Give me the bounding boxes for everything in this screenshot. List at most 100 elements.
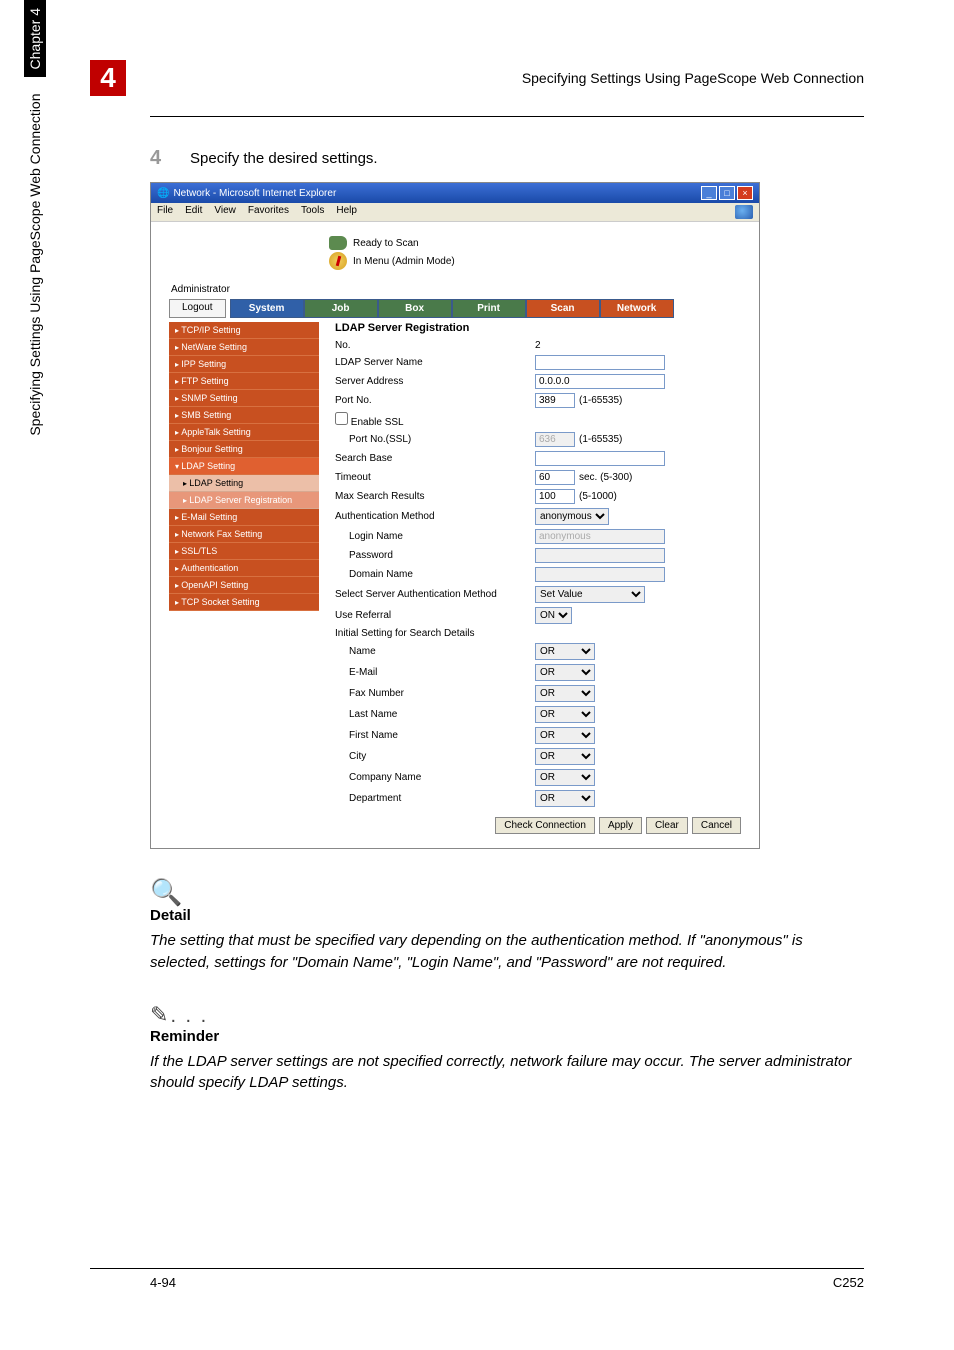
- menu-file[interactable]: File: [157, 205, 173, 219]
- tab-network[interactable]: Network: [600, 299, 674, 318]
- select-d-lname[interactable]: OR: [535, 706, 595, 723]
- administrator-label: Administrator: [171, 284, 741, 295]
- reminder-heading: Reminder: [150, 1028, 864, 1045]
- port-ssl-range: (1-65535): [579, 434, 622, 445]
- input-login-name: [535, 529, 665, 544]
- checkbox-enable-ssl[interactable]: [335, 412, 348, 425]
- sidebar-item-ftp[interactable]: FTP Setting: [169, 373, 319, 390]
- port-range: (1-65535): [579, 395, 622, 406]
- step-text: Specify the desired settings.: [190, 147, 378, 170]
- tab-system[interactable]: System: [230, 299, 304, 318]
- label-sel-server-auth: Select Server Authentication Method: [335, 589, 535, 600]
- select-use-referral[interactable]: ON: [535, 607, 572, 624]
- sidebar-item-snmp[interactable]: SNMP Setting: [169, 390, 319, 407]
- select-sel-server-auth[interactable]: Set Value: [535, 586, 645, 603]
- form-title: LDAP Server Registration: [335, 322, 741, 334]
- cancel-button[interactable]: Cancel: [692, 817, 741, 834]
- menu-favorites[interactable]: Favorites: [248, 205, 289, 219]
- sidebar-item-bonjour[interactable]: Bonjour Setting: [169, 441, 319, 458]
- menu-edit[interactable]: Edit: [185, 205, 202, 219]
- model-number: C252: [833, 1275, 864, 1290]
- select-d-name[interactable]: OR: [535, 643, 595, 660]
- form-area: LDAP Server Registration No.2 LDAP Serve…: [319, 322, 741, 834]
- input-domain-name: [535, 567, 665, 582]
- select-d-dept[interactable]: OR: [535, 790, 595, 807]
- label-d-company: Company Name: [335, 772, 535, 783]
- vertical-side-label: Specifying Settings Using PageScope Web …: [24, 0, 46, 520]
- input-server-addr[interactable]: [535, 374, 665, 389]
- sidebar-item-tcpip[interactable]: TCP/IP Setting: [169, 322, 319, 339]
- sidebar-item-tcpsocket[interactable]: TCP Socket Setting: [169, 594, 319, 611]
- label-d-fax: Fax Number: [335, 688, 535, 699]
- input-port-no[interactable]: [535, 393, 575, 408]
- select-d-fax[interactable]: OR: [535, 685, 595, 702]
- sidebar-sub-ldap-setting[interactable]: LDAP Setting: [169, 475, 319, 492]
- ie-menubar: File Edit View Favorites Tools Help: [151, 203, 759, 222]
- sidebar-item-ipp[interactable]: IPP Setting: [169, 356, 319, 373]
- sidebar-item-netware[interactable]: NetWare Setting: [169, 339, 319, 356]
- select-d-fname[interactable]: OR: [535, 727, 595, 744]
- max-results-suffix: (5-1000): [579, 491, 617, 502]
- ie-logo-icon: [735, 205, 753, 219]
- maximize-icon[interactable]: □: [719, 186, 735, 200]
- label-d-city: City: [335, 751, 535, 762]
- label-d-email: E-Mail: [335, 667, 535, 678]
- input-server-name[interactable]: [535, 355, 665, 370]
- sidebar-item-openapi[interactable]: OpenAPI Setting: [169, 577, 319, 594]
- input-timeout[interactable]: [535, 470, 575, 485]
- label-no: No.: [335, 340, 535, 351]
- value-no: 2: [535, 340, 541, 351]
- label-login-name: Login Name: [335, 531, 535, 542]
- close-icon[interactable]: ×: [737, 186, 753, 200]
- sidebar-item-auth[interactable]: Authentication: [169, 560, 319, 577]
- label-password: Password: [335, 550, 535, 561]
- header-rule: [150, 116, 864, 117]
- label-server-addr: Server Address: [335, 376, 535, 387]
- printer-status-icon: [329, 236, 347, 250]
- page-number: 4-94: [150, 1275, 176, 1290]
- status-ready: Ready to Scan: [353, 238, 419, 249]
- sidebar-item-ldap[interactable]: LDAP Setting: [169, 458, 319, 475]
- select-d-city[interactable]: OR: [535, 748, 595, 765]
- label-search-base: Search Base: [335, 453, 535, 464]
- select-d-company[interactable]: OR: [535, 769, 595, 786]
- menu-view[interactable]: View: [214, 205, 236, 219]
- label-domain-name: Domain Name: [335, 569, 535, 580]
- logout-button[interactable]: Logout: [169, 299, 226, 318]
- menu-tools[interactable]: Tools: [301, 205, 324, 219]
- input-max-results[interactable]: [535, 489, 575, 504]
- tab-box[interactable]: Box: [378, 299, 452, 318]
- vertical-section-text: Specifying Settings Using PageScope Web …: [27, 93, 43, 435]
- page-title: Specifying Settings Using PageScope Web …: [150, 70, 864, 86]
- apply-button[interactable]: Apply: [599, 817, 642, 834]
- tab-job[interactable]: Job: [304, 299, 378, 318]
- sidebar-item-email[interactable]: E-Mail Setting: [169, 509, 319, 526]
- select-d-email[interactable]: OR: [535, 664, 595, 681]
- tab-print[interactable]: Print: [452, 299, 526, 318]
- label-use-referral: Use Referral: [335, 610, 535, 621]
- label-d-dept: Department: [335, 793, 535, 804]
- sidebar-item-ssl[interactable]: SSL/TLS: [169, 543, 319, 560]
- clear-button[interactable]: Clear: [646, 817, 688, 834]
- sidebar-item-smb[interactable]: SMB Setting: [169, 407, 319, 424]
- minimize-icon[interactable]: _: [701, 186, 717, 200]
- label-d-lname: Last Name: [335, 709, 535, 720]
- menu-help[interactable]: Help: [336, 205, 357, 219]
- select-auth-method[interactable]: anonymous: [535, 508, 609, 525]
- sidebar-item-netfax[interactable]: Network Fax Setting: [169, 526, 319, 543]
- check-connection-button[interactable]: Check Connection: [495, 817, 595, 834]
- label-timeout: Timeout: [335, 472, 535, 483]
- input-search-base[interactable]: [535, 451, 665, 466]
- sidebar: TCP/IP Setting NetWare Setting IPP Setti…: [169, 322, 319, 834]
- magnifier-icon: 🔍: [150, 879, 864, 905]
- vertical-chapter-text: Chapter 4: [24, 0, 46, 77]
- tab-scan[interactable]: Scan: [526, 299, 600, 318]
- sidebar-item-appletalk[interactable]: AppleTalk Setting: [169, 424, 319, 441]
- sidebar-sub-ldap-registration[interactable]: LDAP Server Registration: [169, 492, 319, 509]
- chapter-number: 4: [90, 60, 126, 96]
- label-port-no: Port No.: [335, 395, 535, 406]
- input-port-ssl: [535, 432, 575, 447]
- embedded-screenshot: 🌐 Network - Microsoft Internet Explorer …: [150, 182, 760, 849]
- ie-icon: 🌐: [157, 188, 169, 199]
- input-password: [535, 548, 665, 563]
